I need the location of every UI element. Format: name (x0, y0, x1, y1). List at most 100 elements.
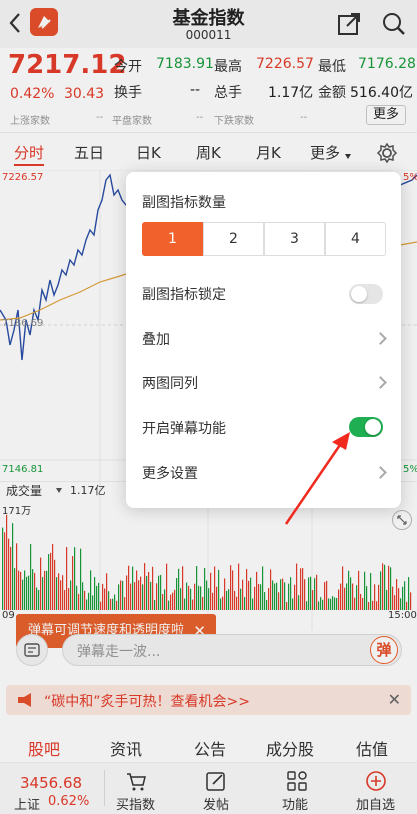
volume-bar (400, 598, 402, 610)
volume-bar (322, 599, 324, 610)
volume-bar (36, 587, 38, 610)
tab-announcement[interactable]: 公告 (194, 736, 226, 760)
volume-bar (376, 601, 378, 610)
volume-bar (218, 569, 220, 610)
count-option-1[interactable]: 1 (142, 222, 203, 256)
change-percent: 0.42% (10, 86, 55, 102)
post-button[interactable]: 发帖 (203, 794, 229, 813)
tab-constituents[interactable]: 成分股 (266, 736, 314, 760)
sub-indicator-count-label: 副图指标数量 (142, 195, 226, 211)
tab-forum[interactable]: 股吧 (28, 736, 60, 760)
search-icon[interactable] (381, 11, 407, 37)
volume-bar (160, 574, 162, 610)
volume-bar (108, 591, 110, 610)
volume-bar (224, 578, 226, 610)
tab-five-day[interactable]: 五日 (74, 142, 104, 163)
volume-bar (340, 583, 342, 610)
tab-valuation[interactable]: 估值 (356, 736, 388, 760)
volume-bar (84, 590, 86, 610)
close-icon[interactable]: ✕ (388, 690, 401, 709)
volume-bar (294, 584, 296, 610)
tab-monthly-k[interactable]: 月K (256, 142, 281, 163)
tab-weekly-k[interactable]: 周K (196, 142, 221, 163)
tab-daily-k[interactable]: 日K (136, 142, 161, 163)
volume-bar (298, 595, 300, 610)
danmu-send-button[interactable]: 弹 (370, 636, 398, 664)
volume-bar (282, 578, 284, 610)
volume-bar (8, 538, 10, 610)
volume-bar (148, 571, 150, 610)
volume-bar (290, 577, 292, 610)
dual-chart-label[interactable]: 两图同列 (142, 373, 198, 393)
count-option-2[interactable]: 2 (203, 222, 264, 256)
volume-bar (244, 597, 246, 610)
count-option-3[interactable]: 3 (264, 222, 325, 256)
volume-bar (52, 544, 54, 610)
chevron-right-icon[interactable] (374, 466, 387, 479)
volume-bar (140, 576, 142, 610)
danmu-input[interactable]: 弹幕走一波... (62, 634, 402, 666)
buy-index-button[interactable]: 买指数 (116, 794, 155, 813)
volume-bar (366, 586, 368, 610)
volume-bar (146, 575, 148, 610)
grid-icon[interactable] (286, 770, 308, 792)
volume-bar (28, 575, 30, 610)
volume-bar (142, 584, 144, 610)
volume-bar (124, 597, 126, 610)
volume-bar (288, 583, 290, 610)
volume-bar (54, 559, 56, 610)
volume-bar (156, 583, 158, 610)
tab-intraday[interactable]: 分时 (14, 142, 44, 163)
promo-banner[interactable]: “碳中和”炙手可热！查看机会>> ✕ (6, 685, 411, 715)
volume-bar (232, 570, 234, 610)
indicator-lock-toggle[interactable] (349, 284, 383, 304)
header-bar: 基金指数 000011 (0, 0, 417, 48)
promo-text: “碳中和”炙手可热！查看机会>> (44, 694, 250, 710)
volume-bar (330, 598, 332, 610)
low-value: 7176.28 (358, 56, 416, 72)
chevron-right-icon[interactable] (374, 376, 387, 389)
volume-bar (302, 568, 304, 610)
edit-icon[interactable] (205, 770, 227, 792)
volume-bar (334, 597, 336, 610)
volume-bar (12, 523, 14, 610)
danmu-settings-icon[interactable] (16, 634, 48, 666)
cart-icon[interactable] (125, 770, 147, 792)
plus-circle-icon[interactable] (365, 770, 387, 792)
gear-icon[interactable] (376, 142, 398, 164)
volume-bar (92, 595, 94, 610)
tab-more[interactable]: 更多 (310, 142, 340, 163)
volume-bar (66, 547, 68, 610)
volume-bar (404, 581, 406, 610)
volume-bar (276, 582, 278, 610)
more-settings-label[interactable]: 更多设置 (142, 463, 198, 483)
volume-bar (212, 592, 214, 610)
expand-icon[interactable] (392, 510, 412, 530)
volume-bar (200, 586, 202, 610)
chevron-right-icon[interactable] (374, 332, 387, 345)
volume-bar (116, 600, 118, 610)
volume-bar (210, 572, 212, 610)
share-icon[interactable] (337, 12, 361, 36)
volume-bar (174, 589, 176, 610)
volume-bar (138, 580, 140, 610)
volume-bar (164, 589, 166, 610)
more-quote-button[interactable]: 更多 (366, 105, 406, 125)
volume-bar (118, 584, 120, 610)
volume-bar (332, 596, 334, 610)
overlay-label[interactable]: 叠加 (142, 329, 170, 349)
toggle-knob (351, 286, 367, 302)
volume-bar (248, 580, 250, 610)
volume-bar (80, 548, 82, 610)
volume-bar (380, 571, 382, 610)
chart-bottom-price: 7146.81 (2, 464, 44, 475)
tab-news[interactable]: 资讯 (110, 736, 142, 760)
divider (0, 132, 417, 133)
function-button[interactable]: 功能 (282, 794, 308, 813)
volume-bar (320, 597, 322, 610)
add-watchlist-button[interactable]: 加自选 (356, 794, 395, 813)
volume-bar (284, 582, 286, 610)
volume-label[interactable]: 成交量 (6, 482, 42, 499)
turnover-label: 换手 (114, 85, 142, 101)
count-option-4[interactable]: 4 (325, 222, 386, 256)
